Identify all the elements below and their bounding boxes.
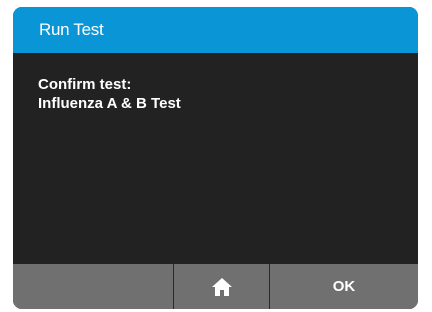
message-line-1: Confirm test: bbox=[38, 76, 132, 93]
message-line-2: Influenza A & B Test bbox=[38, 95, 181, 112]
home-icon bbox=[211, 277, 232, 296]
dialog-message: Confirm test: Influenza A & B Test bbox=[38, 75, 181, 113]
button-bar: OK bbox=[13, 264, 418, 309]
home-button[interactable] bbox=[174, 264, 269, 309]
run-test-dialog: Run Test Confirm test: Influenza A & B T… bbox=[13, 7, 418, 309]
ok-button[interactable]: OK bbox=[270, 264, 418, 309]
dialog-title: Run Test bbox=[13, 7, 418, 53]
empty-left-button[interactable] bbox=[13, 264, 173, 309]
